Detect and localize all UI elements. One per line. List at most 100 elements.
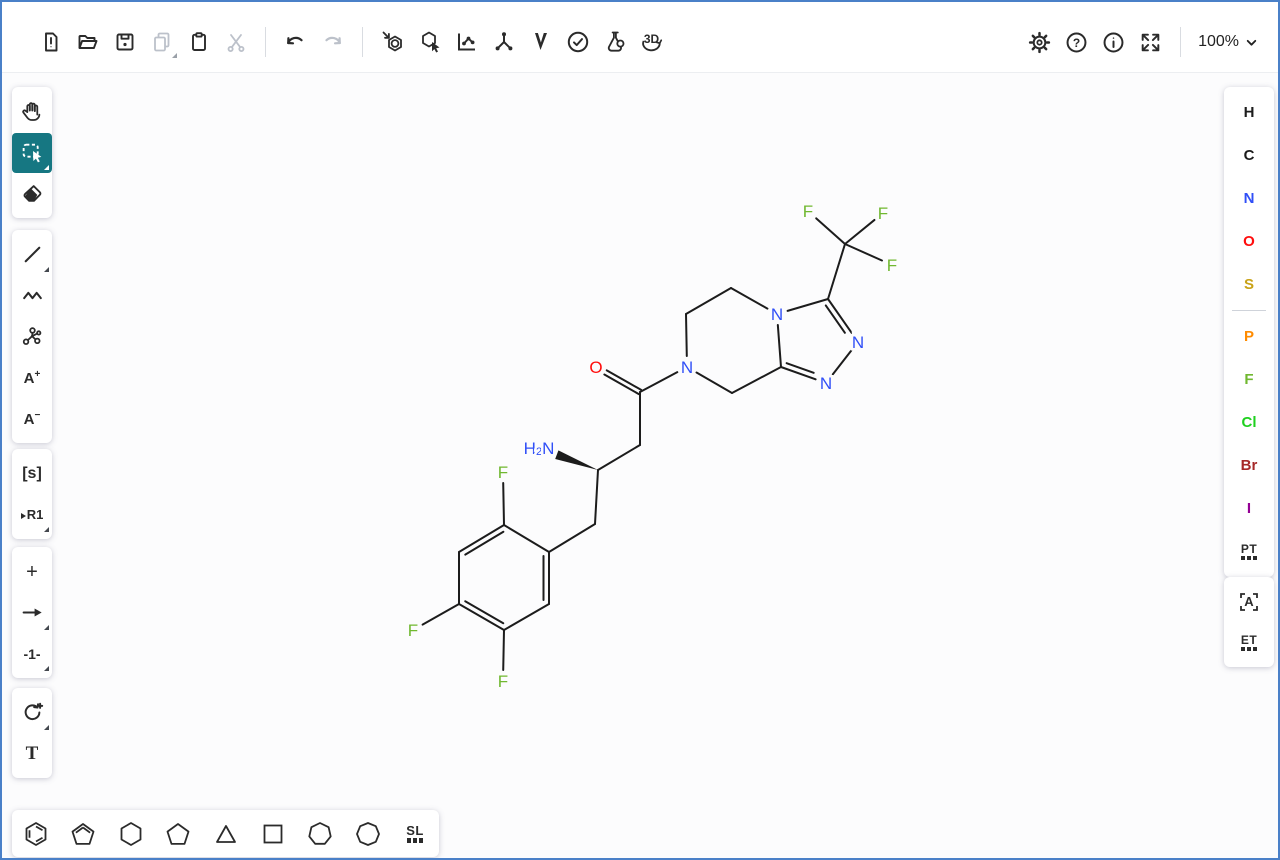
open-button[interactable] [69,24,106,61]
undo-icon [283,30,308,55]
redo-icon [320,30,345,55]
fullscreen-icon [1138,30,1163,55]
text-tool-label: T [26,743,39,765]
erase-tool[interactable] [12,174,52,214]
s-group-tool[interactable]: [s] [12,454,52,494]
element-symbol: F [1244,371,1253,388]
settings-button[interactable] [1021,24,1058,61]
help-icon: ? [1064,30,1089,55]
template-cyclohexane[interactable] [111,814,151,854]
template-benzene[interactable] [16,814,56,854]
r-group-tool[interactable]: R1 [12,495,52,535]
structure-library-icon: SL [406,824,424,843]
fullscreen-button[interactable] [1132,24,1169,61]
left-panel-group-tools: [s] R1 [12,449,52,539]
charge-plus-label: A+ [24,370,41,386]
3d-viewer-button[interactable]: 3D [633,24,670,61]
r-group-dropdown-arrow[interactable] [44,527,49,532]
element-symbol: I [1247,500,1251,517]
template-cyclopropane[interactable] [206,814,246,854]
chevron-down-icon [1245,36,1258,49]
bond-tool-dropdown-arrow[interactable] [44,267,49,272]
text-tool[interactable]: T [12,734,52,774]
copy-button[interactable] [143,24,180,61]
stereo-wedge-icon [528,29,554,55]
reaction-mapping-dropdown-arrow[interactable] [44,666,49,671]
calculate-cip-button[interactable] [522,24,559,61]
structure-library-button[interactable]: SL [395,814,435,854]
save-button[interactable] [106,24,143,61]
element-f-button[interactable]: F [1229,359,1269,401]
charge-plus-tool[interactable]: A+ [12,358,52,398]
clear-canvas-button[interactable] [32,24,69,61]
check-structure-button[interactable] [559,24,596,61]
bond-single-tool[interactable] [12,235,52,275]
reaction-mapping-label: -1- [23,647,40,661]
element-br-button[interactable]: Br [1229,445,1269,487]
element-o-button[interactable]: O [1229,221,1269,263]
element-p-button[interactable]: P [1229,316,1269,358]
calculated-values-button[interactable] [596,24,633,61]
element-symbol: H [1244,104,1255,121]
help-button[interactable]: ? [1058,24,1095,61]
element-h-button[interactable]: H [1229,92,1269,134]
paste-button[interactable] [180,24,217,61]
element-s-button[interactable]: S [1229,264,1269,306]
any-atom-icon: A [1237,590,1261,614]
save-icon [113,30,137,54]
redo-button[interactable] [314,24,351,61]
any-atom-button[interactable]: A [1229,582,1269,622]
undo-button[interactable] [277,24,314,61]
about-button[interactable] [1095,24,1132,61]
cyclooctane-icon [355,821,381,847]
reaction-arrow-tool[interactable] [12,593,52,633]
element-symbol: C [1244,147,1255,164]
layout-button[interactable] [448,24,485,61]
reaction-plus-tool[interactable]: + [12,552,52,592]
element-symbol: Cl [1242,414,1257,431]
zoom-control[interactable]: 100% [1192,29,1264,55]
aromatize-button[interactable] [374,24,411,61]
element-i-button[interactable]: I [1229,488,1269,530]
cut-button[interactable] [217,24,254,61]
3d-icon: 3D [638,29,665,56]
cyclopropane-icon [213,821,239,847]
toolbar-divider [265,27,266,57]
reaction-arrow-dropdown-arrow[interactable] [44,625,49,630]
svg-text:?: ? [1073,35,1080,49]
template-cyclooctane[interactable] [348,814,388,854]
dearomatize-button[interactable] [411,24,448,61]
template-toolbar: SL [12,810,439,857]
chain-icon [20,283,45,308]
copy-dropdown-arrow[interactable] [172,53,177,58]
select-tool-dropdown-arrow[interactable] [44,165,49,170]
hand-tool[interactable] [12,92,52,132]
template-cyclopentane[interactable] [158,814,198,854]
template-cyclopentadiene[interactable] [63,814,103,854]
layout-icon [454,29,480,55]
clean-up-button[interactable] [485,24,522,61]
periodic-table-button[interactable]: PT [1229,531,1269,573]
rotate-tool[interactable] [12,693,52,733]
element-cl-button[interactable]: Cl [1229,402,1269,444]
extended-table-button[interactable]: ET [1229,623,1269,663]
element-c-button[interactable]: C [1229,135,1269,177]
template-cycloheptane[interactable] [300,814,340,854]
drawing-canvas[interactable] [2,74,1278,858]
cycloheptane-icon [307,821,333,847]
element-symbol: S [1244,276,1254,293]
rotate-dropdown-arrow[interactable] [44,725,49,730]
folder-open-icon [76,30,100,54]
select-rectangle-tool[interactable] [12,133,52,173]
charge-minus-label: A− [24,411,41,427]
aromatize-icon [380,29,406,55]
reaction-mapping-tool[interactable]: -1- [12,634,52,674]
s-group-label: [s] [22,466,42,482]
flask-icon [602,29,628,55]
cyclobutane-icon [260,821,286,847]
element-n-button[interactable]: N [1229,178,1269,220]
stereochemistry-tool[interactable] [12,317,52,357]
template-cyclobutane[interactable] [253,814,293,854]
charge-minus-tool[interactable]: A− [12,399,52,439]
chain-tool[interactable] [12,276,52,316]
